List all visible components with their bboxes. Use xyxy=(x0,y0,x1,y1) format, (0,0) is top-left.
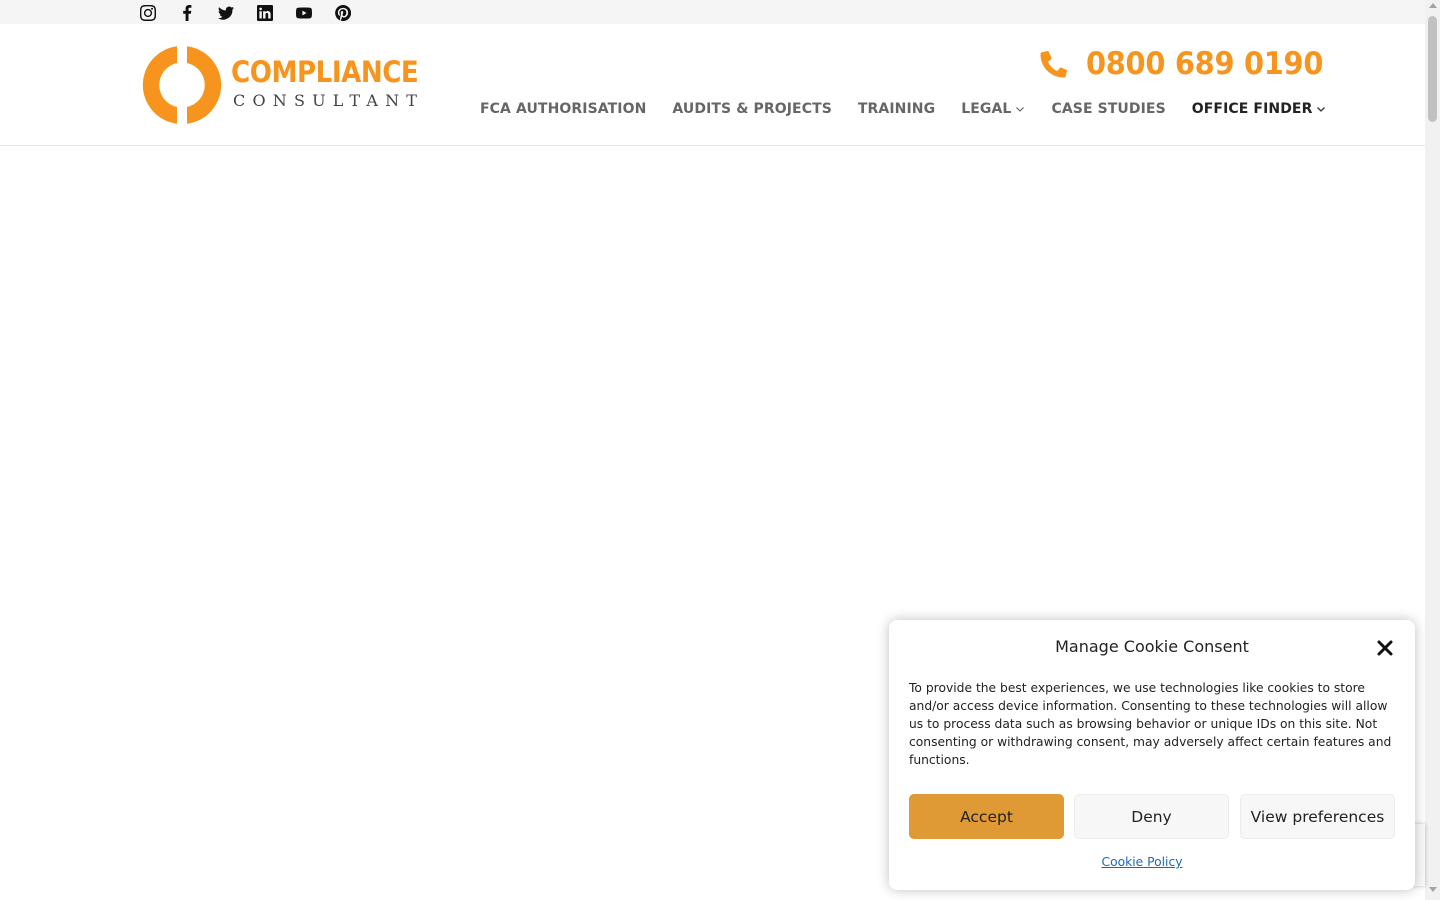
deny-button[interactable]: Deny xyxy=(1074,794,1229,839)
twitter-icon[interactable] xyxy=(206,3,245,23)
page-scrollbar[interactable] xyxy=(1425,0,1440,900)
nav-item-office-finder[interactable]: OFFICE FINDER xyxy=(1192,101,1327,117)
cookie-dialog-title: Manage Cookie Consent xyxy=(1055,637,1249,656)
scroll-down-arrow-icon[interactable] xyxy=(1428,887,1437,892)
scrollbar-thumb[interactable] xyxy=(1428,16,1437,122)
nav-item-training[interactable]: TRAINING xyxy=(858,101,935,117)
social-links xyxy=(128,3,362,23)
nav-label: FCA AUTHORISATION xyxy=(480,101,647,117)
nav-label: OFFICE FINDER xyxy=(1191,101,1313,117)
nav-label: LEGAL xyxy=(961,101,1012,117)
nav-item-fca-authorisation[interactable]: FCA AUTHORISATION xyxy=(480,101,646,117)
view-preferences-button[interactable]: View preferences xyxy=(1240,794,1395,839)
logo-word-consultant: CONSULTANT xyxy=(233,91,425,110)
cookie-dialog-text: To provide the best experiences, we use … xyxy=(909,681,1392,767)
pinterest-icon[interactable] xyxy=(323,3,362,23)
nav-label: CASE STUDIES xyxy=(1051,101,1166,117)
nav-label: AUDITS & PROJECTS xyxy=(672,101,832,117)
cookie-policy-link[interactable]: Cookie Policy xyxy=(889,855,1395,869)
phone-link[interactable]: 0800 689 0190 xyxy=(1040,46,1341,82)
scroll-up-arrow-icon[interactable] xyxy=(1428,3,1437,8)
facebook-icon[interactable] xyxy=(167,3,206,23)
instagram-icon[interactable] xyxy=(128,3,167,23)
chevron-down-icon xyxy=(1016,107,1025,112)
phone-number: 0800 689 0190 xyxy=(1086,46,1324,82)
cookie-consent-dialog: Manage Cookie Consent To provide the bes… xyxy=(889,620,1415,890)
site-header: COMPLIANCE CONSULTANT 0800 689 0190 FCA … xyxy=(0,24,1425,146)
chevron-down-icon xyxy=(1317,107,1326,112)
main-nav: FCA AUTHORISATION AUDITS & PROJECTS TRAI… xyxy=(480,100,1352,118)
phone-icon xyxy=(1040,50,1068,78)
logo-word-compliance: COMPLIANCE xyxy=(231,55,419,89)
linkedin-icon[interactable] xyxy=(245,3,284,23)
nav-item-legal[interactable]: LEGAL xyxy=(961,101,1025,117)
accept-button[interactable]: Accept xyxy=(909,794,1064,839)
top-social-bar xyxy=(0,0,1425,24)
nav-item-audits-projects[interactable]: AUDITS & PROJECTS xyxy=(672,101,832,117)
youtube-icon[interactable] xyxy=(284,3,323,23)
nav-label: TRAINING xyxy=(857,101,936,117)
nav-item-case-studies[interactable]: CASE STUDIES xyxy=(1051,101,1165,117)
close-icon[interactable] xyxy=(1375,638,1395,658)
logo-ring-icon xyxy=(142,46,222,124)
site-logo[interactable]: COMPLIANCE CONSULTANT xyxy=(140,43,430,127)
